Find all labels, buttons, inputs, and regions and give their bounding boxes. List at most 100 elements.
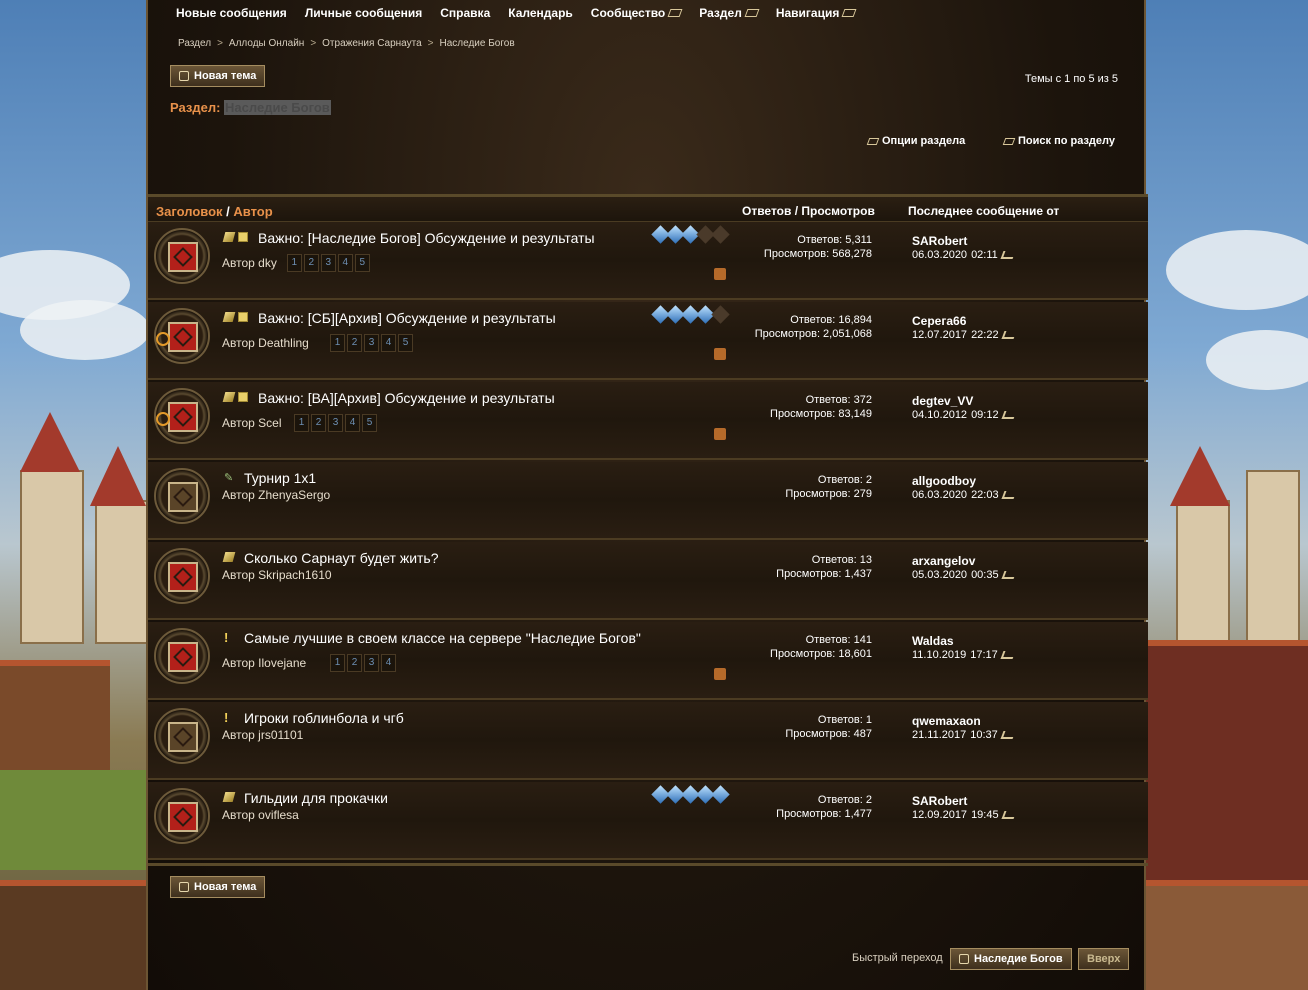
page-link[interactable]: 5: [398, 334, 413, 352]
page-link[interactable]: 5: [354, 254, 370, 272]
page-link[interactable]: 4: [337, 254, 353, 272]
nav-navigation[interactable]: Навигация: [776, 6, 857, 20]
go-to-last-post-icon[interactable]: [1001, 571, 1017, 579]
thread-row[interactable]: ! Игроки гоблинбола и чгб Автор jrs01101 От…: [148, 702, 1148, 780]
last-post-user[interactable]: degtev_VV: [912, 394, 1015, 408]
thread-author[interactable]: Автор Skripach1610: [222, 568, 332, 582]
go-to-last-post-icon[interactable]: [1001, 811, 1017, 819]
attachment-icon[interactable]: [714, 268, 726, 280]
thread-title[interactable]: Важно: [СБ][Архив] Обсуждение и результа…: [258, 310, 556, 326]
nav-calendar[interactable]: Календарь: [508, 6, 573, 20]
page-link[interactable]: 2: [347, 654, 362, 672]
page-link[interactable]: 4: [381, 654, 396, 672]
go-to-last-post-icon[interactable]: [1000, 251, 1016, 259]
thread-row[interactable]: Важно: [ВА][Архив] Обсуждение и результа…: [148, 382, 1148, 460]
last-post-user[interactable]: Waldas: [912, 634, 1014, 648]
sticky-note-icon: [238, 232, 248, 242]
go-to-last-post-icon[interactable]: [1001, 331, 1017, 339]
sort-by-title[interactable]: Заголовок: [156, 204, 223, 219]
thread-row[interactable]: ! Самые лучшие в своем классе на сервере …: [148, 622, 1148, 700]
thread-title[interactable]: Важно: [ВА][Архив] Обсуждение и результа…: [258, 390, 555, 406]
last-post-user[interactable]: qwemaxaon: [912, 714, 1014, 728]
important-icon: !: [224, 710, 229, 725]
page-link[interactable]: 1: [286, 254, 302, 272]
page-link[interactable]: 2: [303, 254, 319, 272]
thread-title[interactable]: Игроки гоблинбола и чгб: [244, 710, 404, 726]
last-post-user[interactable]: allgoodboy: [912, 474, 1015, 488]
page-link[interactable]: 4: [345, 414, 360, 432]
attachment-icon[interactable]: [714, 348, 726, 360]
dropdown-icon: [1002, 137, 1016, 145]
new-topic-button[interactable]: Новая тема: [170, 65, 266, 87]
thread-author[interactable]: Автор Scel: [222, 416, 282, 430]
thread-row[interactable]: Сколько Сарнаут будет жить? Автор Skripac…: [148, 542, 1148, 620]
breadcrumb-item[interactable]: Отражения Сарнаута: [322, 38, 422, 49]
thread-prefix-icons: ✎: [224, 472, 236, 484]
sort-by-author[interactable]: Автор: [233, 204, 272, 219]
breadcrumb-item[interactable]: Аллоды Онлайн: [229, 38, 304, 49]
thread-author[interactable]: Автор ZhenyaSergo: [222, 488, 330, 502]
go-top-button[interactable]: Вверх: [1078, 948, 1130, 970]
last-post-day: 06.03.2020: [912, 249, 968, 261]
thread-row[interactable]: ✎ Турнир 1x1 Автор ZhenyaSergo Ответов: 2 Пр…: [148, 462, 1148, 540]
section-options-link[interactable]: Опции раздела: [866, 135, 965, 147]
last-post-day: 12.07.2017: [912, 329, 968, 341]
breadcrumb: Раздел > Аллоды Онлайн > Отражения Сарна…: [178, 38, 515, 49]
thread-title[interactable]: Важно: [Наследие Богов] Обсуждение и рез…: [258, 230, 595, 246]
breadcrumb-item[interactable]: Раздел: [178, 38, 211, 49]
go-to-last-post-icon[interactable]: [1000, 731, 1016, 739]
thread-row[interactable]: Важно: [СБ][Архив] Обсуждение и результа…: [148, 302, 1148, 380]
attachment-icon[interactable]: [714, 668, 726, 680]
page-link[interactable]: 2: [311, 414, 326, 432]
last-post-day: 04.10.2012: [912, 409, 968, 421]
page-link[interactable]: 3: [328, 414, 343, 432]
thread-author[interactable]: Автор dky: [222, 256, 277, 270]
thread-table: Заголовок / Автор Ответов / Просмотров П…: [148, 194, 1148, 866]
thread-title[interactable]: Турнир 1x1: [244, 470, 316, 486]
last-post-user[interactable]: SARobert: [912, 794, 1015, 808]
go-to-last-post-icon[interactable]: [1001, 411, 1017, 419]
nav-community[interactable]: Сообщество: [591, 6, 683, 20]
thread-row[interactable]: Важно: [Наследие Богов] Обсуждение и рез…: [148, 222, 1148, 300]
thread-title[interactable]: Сколько Сарнаут будет жить?: [244, 550, 439, 566]
sort-by-last-post[interactable]: Последнее сообщение от: [908, 204, 1059, 218]
sort-by-replies-views[interactable]: Ответов / Просмотров: [742, 204, 875, 218]
page-link[interactable]: 3: [364, 654, 379, 672]
page-link[interactable]: 3: [320, 254, 336, 272]
thread-author[interactable]: Автор Ilovejane: [222, 656, 306, 670]
thread-title[interactable]: Самые лучшие в своем классе на сервере "…: [244, 630, 641, 646]
thread-row[interactable]: Гильдии для прокачки Автор oviflesa Ответо…: [148, 782, 1148, 860]
last-post-user[interactable]: Серега66: [912, 314, 1015, 328]
nav-help[interactable]: Справка: [440, 6, 490, 20]
page-link[interactable]: 3: [364, 334, 379, 352]
page-link[interactable]: 2: [347, 334, 362, 352]
page-link[interactable]: 4: [381, 334, 396, 352]
nav-new-posts[interactable]: Новые сообщения: [176, 6, 287, 20]
page-link[interactable]: 1: [330, 334, 345, 352]
hot-thread-icon: [154, 308, 210, 364]
replies-count: Ответов: 2: [817, 794, 872, 806]
thread-prefix-icons: [222, 792, 236, 802]
background-right-scenery: [1146, 0, 1308, 990]
page-link[interactable]: 1: [330, 654, 345, 672]
thread-title[interactable]: Гильдии для прокачки: [244, 790, 388, 806]
thread-author[interactable]: Автор oviflesa: [222, 808, 299, 822]
thread-author[interactable]: Автор jrs01101: [222, 728, 303, 742]
nav-section[interactable]: Раздел: [699, 6, 760, 20]
go-to-last-post-icon[interactable]: [1000, 651, 1016, 659]
section-search-link[interactable]: Поиск по разделу: [1002, 135, 1115, 147]
page-link[interactable]: 5: [362, 414, 377, 432]
last-post-user[interactable]: SARobert: [912, 234, 1014, 248]
nav-private-messages[interactable]: Личные сообщения: [305, 6, 422, 20]
attachment-icon[interactable]: [714, 428, 726, 440]
views-count: Просмотров: 279: [785, 488, 872, 500]
last-post-user[interactable]: arxangelov: [912, 554, 1015, 568]
quick-nav-select[interactable]: Наследие Богов: [950, 948, 1072, 970]
last-post: SARobert 12.09.2017 19:45: [912, 794, 1017, 821]
pin-icon: [222, 392, 236, 402]
quick-nav-label: Быстрый переход: [852, 952, 943, 964]
go-to-last-post-icon[interactable]: [1001, 491, 1017, 499]
page-link[interactable]: 1: [294, 414, 309, 432]
new-topic-button-bottom[interactable]: Новая тема: [170, 876, 266, 898]
thread-author[interactable]: Автор Deathling: [222, 336, 309, 350]
